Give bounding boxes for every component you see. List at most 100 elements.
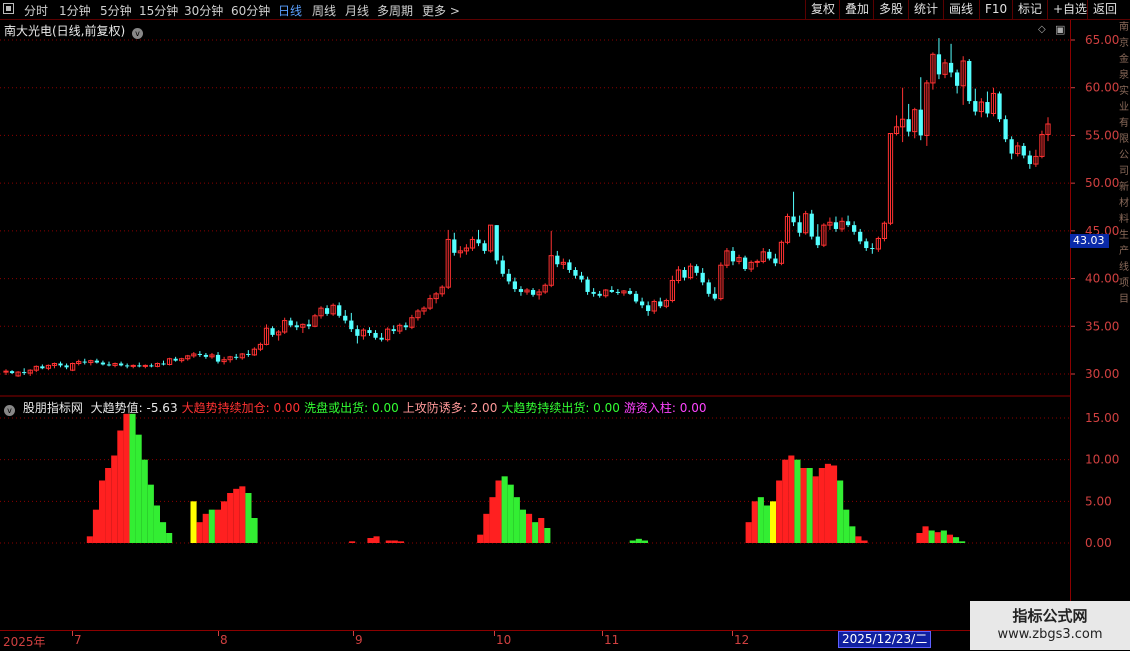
indicator-bar <box>794 459 801 543</box>
date-label-2: 8 <box>220 633 228 647</box>
candle-body <box>858 231 863 242</box>
candle-body <box>137 365 142 367</box>
date-tick <box>494 631 495 636</box>
candle-body <box>94 360 99 363</box>
indicator-bar <box>349 541 356 543</box>
candle-body <box>337 305 342 316</box>
candle-body <box>130 364 136 367</box>
indicator-bar <box>221 501 228 543</box>
price-tick-label: 40.00 <box>1085 272 1119 286</box>
indicator-bar <box>227 493 234 543</box>
indicator-bar <box>519 509 526 543</box>
candle-body <box>852 225 857 232</box>
indicator-bar <box>824 463 831 543</box>
indicator-bar <box>641 540 648 543</box>
candle-body <box>203 354 209 357</box>
candle-body <box>512 281 518 290</box>
indicator-values: 大趋势值: -5.63 大趋势持续加仓: 0.00 洗盘或出货: 0.00 上攻防诱多… <box>91 401 711 415</box>
indicator-item-5: 游资入柱: 0.00 <box>623 401 707 415</box>
news-strip[interactable]: 南京金泉实业有限公司新材料生产线项目 <box>1119 20 1130 630</box>
date-tick <box>732 631 733 636</box>
indicator-bar <box>782 459 789 543</box>
price-axis-border <box>1070 20 1071 630</box>
price-tick-label: 60.00 <box>1085 81 1119 95</box>
candle-body <box>797 222 802 233</box>
indicator-bar <box>111 455 118 543</box>
indicator-bar <box>105 468 112 543</box>
candle-body <box>833 222 839 229</box>
candle-body <box>367 330 372 333</box>
candle-body <box>500 260 505 274</box>
date-axis: 2025年 7 8 9 10 11 12 2025/12/23/二 <box>0 630 1130 651</box>
indicator-bar <box>153 505 160 543</box>
indicator-bar <box>532 522 539 543</box>
date-tick <box>218 631 219 636</box>
indicator-tick-label: 10.00 <box>1085 453 1119 467</box>
indicator-bar <box>147 484 154 543</box>
indicator-bar <box>251 518 258 543</box>
indicator-bar <box>129 413 136 543</box>
candle-body <box>294 325 299 328</box>
candle-body <box>615 291 620 293</box>
candle-body <box>1003 119 1008 140</box>
indicator-bar <box>922 526 929 543</box>
indicator-bar <box>483 513 490 543</box>
indicator-menu-icon[interactable]: v <box>4 405 15 416</box>
candle-body <box>288 320 293 326</box>
price-tick-label: 30.00 <box>1085 367 1119 381</box>
candle-body <box>494 225 499 261</box>
candle-body <box>246 353 251 355</box>
candle-body <box>506 273 511 282</box>
candle-body <box>633 293 639 302</box>
candle-body <box>742 257 748 270</box>
candle-body <box>64 365 69 368</box>
candle-body <box>864 241 869 249</box>
price-tick-label: 35.00 <box>1085 319 1119 333</box>
indicator-bar <box>940 530 947 543</box>
candle-body <box>767 251 772 259</box>
indicator-bars-layer <box>86 413 966 543</box>
indicator-bar <box>788 455 795 543</box>
indicator-bar <box>123 413 130 543</box>
candle-body <box>936 54 942 75</box>
indicator-bar <box>745 522 752 543</box>
indicator-bar <box>837 480 844 543</box>
candle-body <box>149 365 154 367</box>
indicator-bar <box>544 528 551 543</box>
news-strip-text: 南京金泉实业有限公司新材料生产线项目 <box>1119 22 1129 305</box>
candle-body <box>106 364 112 366</box>
candle-body <box>142 364 148 367</box>
axis-labels-layer: 65.0060.0055.0050.0045.0040.0035.0030.00… <box>1085 33 1119 550</box>
date-label-4: 10 <box>496 633 512 647</box>
indicator-bar <box>770 501 777 543</box>
indicator-bar <box>190 501 197 543</box>
indicator-bar <box>513 497 520 543</box>
indicator-bar <box>385 540 392 543</box>
candle-body <box>682 269 687 278</box>
indicator-bar <box>800 468 807 543</box>
indicator-item-4: 大趋势持续出货: 0.00 <box>501 401 620 415</box>
candle-body <box>452 239 457 253</box>
candle-body <box>125 365 130 367</box>
indicator-bar <box>861 540 868 543</box>
candle-body <box>476 239 481 244</box>
indicator-bar <box>946 534 953 543</box>
candle-body <box>403 325 408 328</box>
price-tick-label: 55.00 <box>1085 128 1119 142</box>
indicator-bar <box>757 497 764 543</box>
indicator-bar <box>373 536 380 543</box>
indicator-bar <box>538 518 545 543</box>
indicator-bar <box>99 480 106 543</box>
candle-body <box>694 266 699 273</box>
indicator-bar <box>92 509 99 543</box>
date-label-6: 12 <box>734 633 750 647</box>
indicator-bar <box>843 509 850 543</box>
indicator-name[interactable]: 股朋指标网 <box>23 401 83 415</box>
candle-body <box>809 213 814 237</box>
indicator-bar <box>806 468 813 543</box>
watermark: 指标公式网 www.zbgs3.com <box>970 601 1130 650</box>
kline-chart[interactable]: 65.0060.0055.0050.0045.0040.0035.0030.00… <box>0 0 1130 650</box>
date-tick <box>602 631 603 636</box>
current-price-tag: 43.03 <box>1070 234 1109 248</box>
indicator-bar <box>928 530 935 543</box>
